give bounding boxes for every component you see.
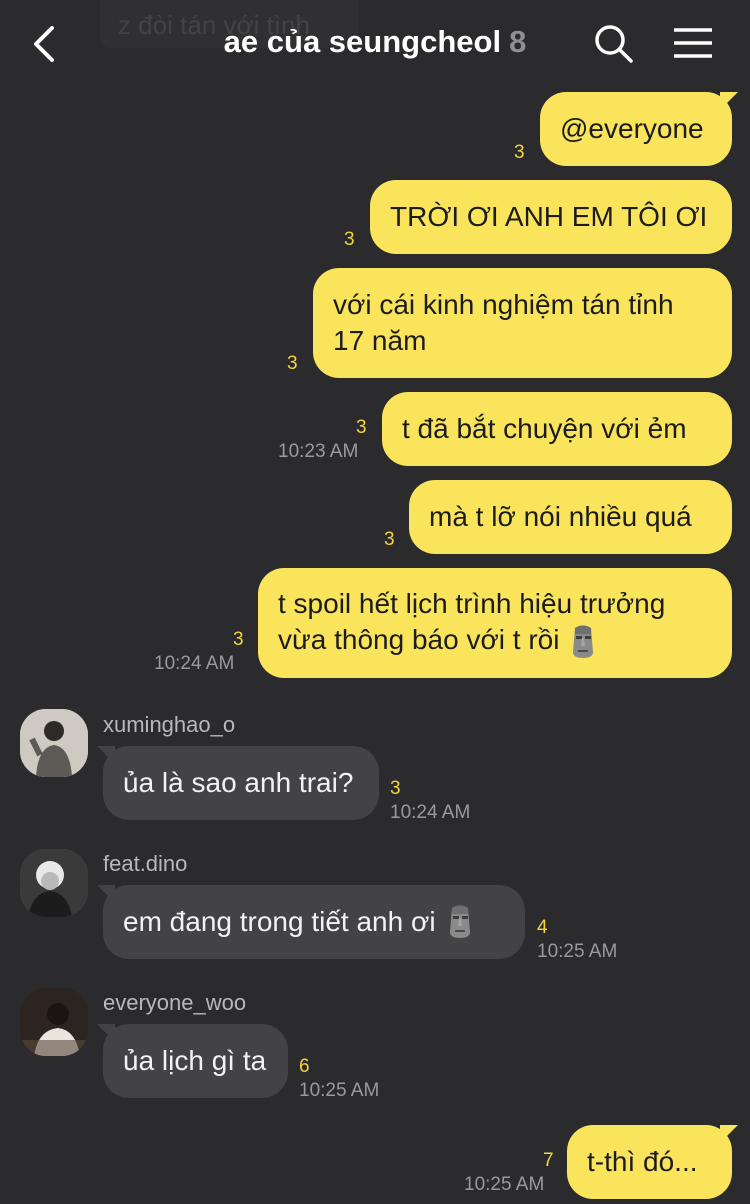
sender-name: xuminghao_o [103, 712, 236, 737]
avatar-image [20, 988, 88, 1056]
avatar-image [20, 709, 88, 777]
message-text: t-thì đó... [587, 1146, 698, 1177]
message-time: 10:25 AM [537, 941, 618, 962]
unread-count: 3 [356, 417, 367, 438]
message-text: @everyone [560, 113, 704, 144]
sender-name: feat.dino [103, 851, 188, 876]
message-text-line: vừa thông báo với t rồi [278, 622, 597, 660]
my-message-bubble[interactable]: TRỜI ƠI ANH EM TÔI ƠI [370, 180, 732, 254]
unread-count: 3 [384, 529, 395, 550]
message-time: 10:25 AM [464, 1174, 545, 1195]
unread-count: 3 [390, 778, 401, 799]
chat-header: z đòi tán với tình ae của seungcheol 8 [0, 0, 750, 90]
moai-emoji-icon [449, 905, 470, 938]
avatar-image [20, 849, 88, 917]
avatar[interactable] [20, 988, 88, 1056]
unread-count: 6 [299, 1056, 310, 1077]
unread-count: 3 [233, 629, 244, 650]
avatar[interactable] [20, 709, 88, 777]
avatar[interactable] [20, 849, 88, 917]
message-text: ủa lịch gì ta [123, 1045, 267, 1076]
my-message-bubble[interactable]: mà t lỡ nói nhiều quá [409, 480, 732, 554]
message-text: TRỜI ƠI ANH EM TÔI ƠI [390, 201, 708, 232]
my-message-bubble[interactable]: t đã bắt chuyện với ẻm [382, 392, 732, 466]
unread-count: 3 [344, 229, 355, 250]
sender-name: everyone_woo [103, 990, 247, 1015]
message-text: t đã bắt chuyện với ẻm [402, 413, 687, 444]
chat-title[interactable]: ae của seungcheol 8 [0, 24, 750, 60]
their-message-bubble[interactable]: ủa lịch gì ta [103, 1024, 288, 1098]
message-time: 10:24 AM [154, 653, 235, 674]
message-text-line: với cái kinh nghiệm tán tỉnh [333, 289, 674, 320]
my-message-bubble[interactable]: với cái kinh nghiệm tán tỉnh 17 năm [313, 268, 732, 378]
message-text: em đang trong tiết anh ơi [123, 906, 436, 937]
unread-count: 7 [543, 1150, 554, 1171]
unread-count: 4 [537, 917, 548, 938]
unread-count: 3 [287, 353, 298, 374]
search-icon[interactable] [592, 22, 634, 64]
my-message-bubble[interactable]: t spoil hết lịch trình hiệu trưởng vừa t… [258, 568, 732, 678]
my-message-bubble[interactable]: @everyone [540, 92, 732, 166]
their-message-bubble[interactable]: ủa là sao anh trai? [103, 746, 379, 820]
member-count: 8 [509, 24, 527, 59]
message-text: vừa thông báo với t rồi [278, 624, 560, 656]
chat-title-text: ae của seungcheol [223, 24, 502, 59]
message-time: 10:23 AM [278, 441, 359, 462]
moai-emoji-icon [573, 625, 594, 658]
message-text-line: t spoil hết lịch trình hiệu trưởng [278, 588, 666, 620]
unread-count: 3 [514, 142, 525, 163]
message-text: ủa là sao anh trai? [123, 767, 354, 798]
their-message-bubble[interactable]: em đang trong tiết anh ơi [103, 885, 525, 959]
message-text-line: 17 năm [333, 325, 427, 356]
message-text: mà t lỡ nói nhiều quá [429, 501, 692, 532]
message-time: 10:24 AM [390, 802, 471, 823]
menu-icon[interactable] [672, 26, 714, 60]
chat-screen: z đòi tán với tình ae của seungcheol 8 3 … [0, 0, 750, 1204]
message-time: 10:25 AM [299, 1080, 380, 1101]
my-message-bubble[interactable]: t-thì đó... [567, 1125, 732, 1199]
